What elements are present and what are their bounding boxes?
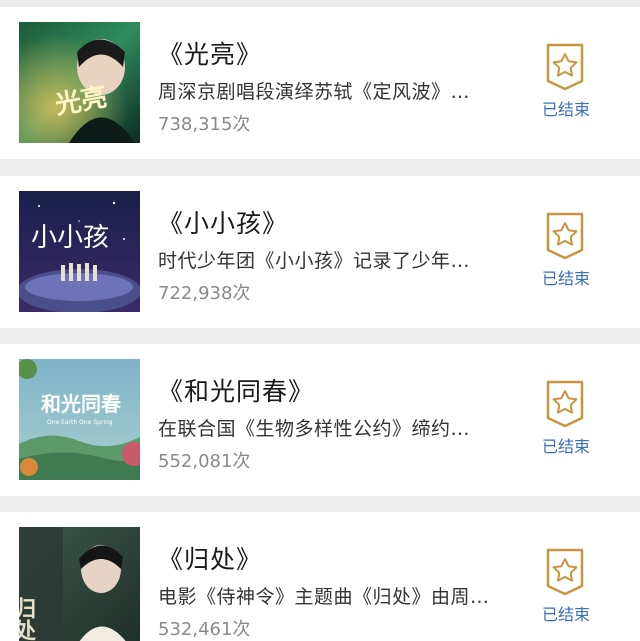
play-count: 738,315次	[158, 114, 251, 135]
cover-image[interactable]: 和光同春 One Earth One Spring	[19, 359, 140, 480]
cover-title-text: 和光同春	[41, 392, 122, 416]
item-title: 《小小孩》	[158, 209, 289, 238]
list-item[interactable]: 小小孩 《小小孩》 时代少年团《小小孩》记录了少年… 722,938次 已结束	[0, 176, 640, 328]
cover-image[interactable]: 归处	[19, 527, 140, 641]
status-button[interactable]: 已结束	[536, 548, 596, 628]
cover-title-text: 归处	[19, 597, 37, 641]
cover-image[interactable]: 光亮	[19, 22, 140, 143]
play-count: 552,081次	[158, 451, 251, 472]
status-button[interactable]: 已结束	[536, 43, 596, 123]
item-description: 在联合国《生物多样性公约》缔约…	[158, 418, 471, 440]
item-title: 《和光同春》	[158, 377, 315, 406]
status-label: 已结束	[541, 269, 590, 288]
song-list: 光亮 《光亮》 周深京剧唱段演绎苏轼《定风波》… 738,315次 已结束 小小…	[0, 0, 640, 641]
cover-image[interactable]: 小小孩	[19, 191, 140, 312]
cover-title-text: 小小孩	[31, 223, 109, 253]
list-item[interactable]: 和光同春 One Earth One Spring 《和光同春》 在联合国《生物…	[0, 344, 640, 496]
play-count: 722,938次	[158, 283, 251, 304]
status-button[interactable]: 已结束	[536, 212, 596, 292]
status-button[interactable]: 已结束	[536, 380, 596, 460]
item-title: 《归处》	[158, 545, 263, 574]
list-item[interactable]: 归处 《归处》 电影《侍神令》主题曲《归处》由周… 532,461次 已结束	[0, 512, 640, 641]
status-label: 已结束	[541, 437, 590, 456]
star-badge-icon	[546, 212, 584, 260]
list-item[interactable]: 光亮 《光亮》 周深京剧唱段演绎苏轼《定风波》… 738,315次 已结束	[0, 7, 640, 159]
star-badge-icon	[546, 548, 584, 596]
item-description: 时代少年团《小小孩》记录了少年…	[158, 250, 471, 272]
item-title: 《光亮》	[158, 40, 263, 69]
status-label: 已结束	[541, 605, 590, 624]
item-description: 电影《侍神令》主题曲《归处》由周…	[158, 586, 490, 608]
status-label: 已结束	[541, 100, 590, 119]
star-badge-icon	[546, 380, 584, 428]
star-badge-icon	[546, 43, 584, 91]
play-count: 532,461次	[158, 619, 251, 640]
item-description: 周深京剧唱段演绎苏轼《定风波》…	[158, 81, 471, 103]
cover-subtitle-text: One Earth One Spring	[47, 419, 113, 426]
